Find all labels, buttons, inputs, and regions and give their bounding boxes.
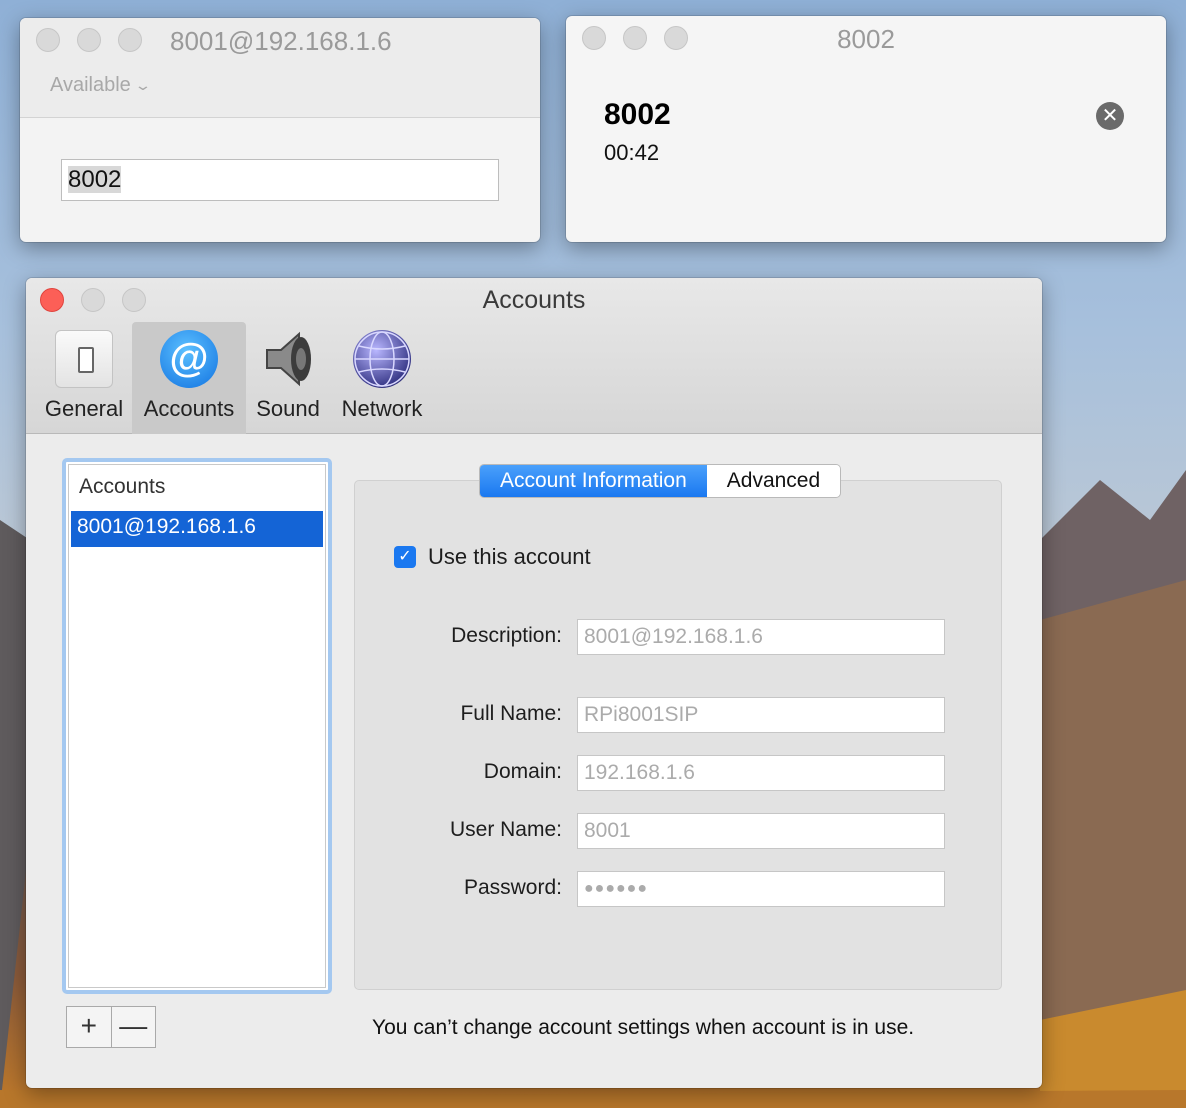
dial-number-text: 8002 — [68, 166, 122, 193]
window-title: Accounts — [482, 286, 586, 314]
speaker-icon — [266, 331, 311, 387]
domain-field[interactable]: 192.168.1.6 — [577, 755, 945, 791]
toolbar-label: Sound — [256, 396, 320, 421]
window-title: 8002 — [837, 24, 895, 54]
zoom-button[interactable] — [118, 28, 142, 52]
password-field[interactable]: ●●●●●● — [577, 871, 945, 907]
toolbar-sound[interactable]: Sound — [250, 322, 326, 434]
full-name-field[interactable]: RPi8001SIP — [577, 697, 945, 733]
use-account-checkbox[interactable]: ✓ — [394, 546, 416, 568]
close-button[interactable] — [36, 28, 60, 52]
caller-number: 8002 — [604, 98, 671, 131]
tab-bar: Account Information Advanced — [479, 464, 842, 498]
close-icon: ✕ — [1101, 105, 1119, 127]
description-field[interactable]: 8001@192.168.1.6 — [577, 619, 945, 655]
availability-label: Available — [50, 74, 131, 96]
user-name-field[interactable]: 8001 — [577, 813, 945, 849]
toolbar-accounts[interactable]: @ Accounts — [132, 322, 246, 434]
call-duration: 00:42 — [604, 140, 660, 165]
remove-account-button[interactable]: — — [112, 1007, 156, 1047]
list-item[interactable]: 8001@192.168.1.6 — [71, 511, 323, 547]
globe-icon — [353, 330, 411, 388]
domain-label: Domain: — [483, 760, 562, 783]
at-icon: @ — [160, 330, 218, 388]
dial-number-input[interactable]: 8002 — [61, 159, 499, 201]
toolbar-general[interactable]: General — [40, 322, 128, 434]
description-label: Description: — [451, 624, 562, 647]
full-name-label: Full Name: — [460, 702, 562, 725]
toolbar-label: Network — [341, 396, 423, 421]
preferences-window: Accounts General @ Accounts Sound Networ… — [26, 278, 1042, 1088]
preferences-toolbar: Accounts General @ Accounts Sound Networ… — [26, 278, 1042, 434]
account-in-use-notice: You can’t change account settings when a… — [372, 1016, 915, 1039]
use-account-label: Use this account — [428, 544, 591, 569]
user-name-label: User Name: — [449, 818, 562, 841]
window-title: 8001@192.168.1.6 — [170, 26, 392, 56]
window-controls — [36, 28, 142, 52]
switch-icon — [55, 330, 113, 388]
tab-advanced[interactable]: Advanced — [706, 465, 841, 497]
tab-account-information[interactable]: Account Information — [480, 465, 707, 497]
availability-dropdown[interactable]: Available ⌄ — [50, 74, 152, 97]
add-account-button[interactable]: + — [67, 1007, 112, 1047]
use-account-row: ✓ Use this account — [394, 544, 591, 570]
accounts-list-header: Accounts — [79, 475, 166, 498]
call-window: 8002 8002 00:42 ✕ — [566, 16, 1166, 242]
dialer-titlebar: 8001@192.168.1.6 Available ⌄ — [20, 18, 540, 118]
minimize-button[interactable] — [77, 28, 101, 52]
toolbar-label: General — [44, 396, 124, 421]
accounts-list-body: Accounts 8001@192.168.1.6 — [68, 464, 326, 988]
accounts-list[interactable]: Accounts 8001@192.168.1.6 — [62, 458, 332, 994]
toolbar-label: Accounts — [143, 396, 235, 421]
toolbar-network[interactable]: Network — [334, 322, 430, 434]
dialer-window: 8001@192.168.1.6 Available ⌄ 8002 — [20, 18, 540, 242]
password-label: Password: — [463, 876, 562, 899]
add-remove-control: + — — [66, 1006, 156, 1048]
chevron-down-icon: ⌄ — [133, 77, 152, 93]
hang-up-button[interactable]: ✕ — [1096, 102, 1124, 130]
